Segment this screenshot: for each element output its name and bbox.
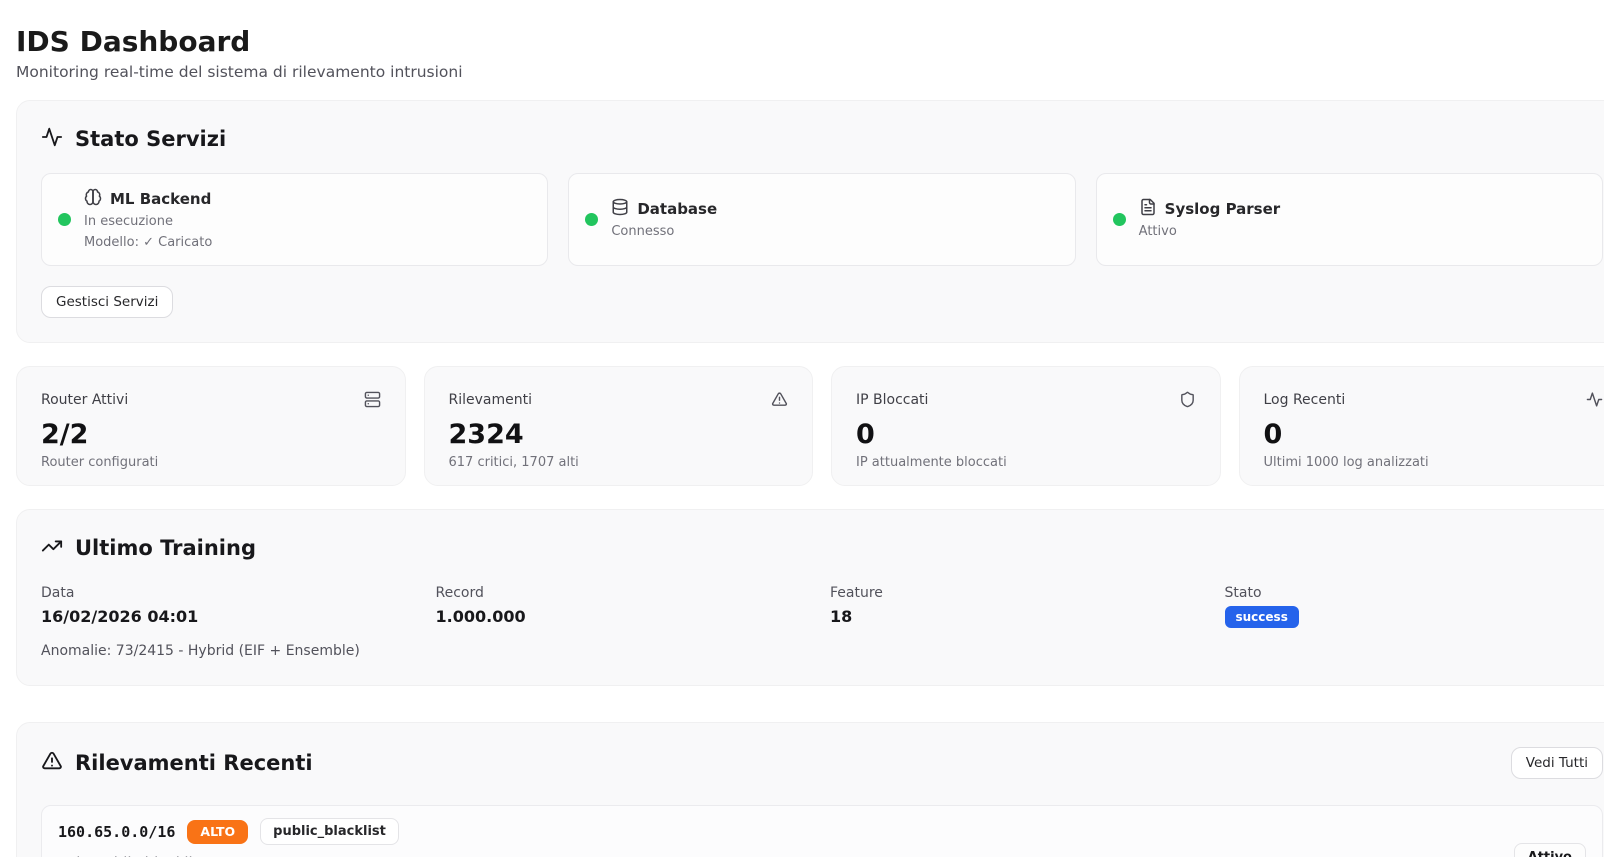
service-detail: Modello: ✓ Caricato (84, 234, 212, 252)
detection-ip: 160.65.0.0/16 (58, 823, 175, 841)
shield-icon (1179, 391, 1196, 412)
detections-section-title: Rilevamenti Recenti (75, 749, 313, 777)
stat-sub: Router configurati (41, 454, 381, 471)
detection-tag: public_blacklist (260, 818, 399, 845)
service-name: Syslog Parser (1165, 200, 1281, 218)
stat-card-ip-bloccati: IP Bloccati 0 IP attualmente bloccati (831, 366, 1221, 486)
server-icon (364, 391, 381, 412)
severity-badge: ALTO (187, 820, 248, 844)
services-grid: ML Backend In esecuzione Modello: ✓ Cari… (41, 173, 1603, 266)
page-header: IDS Dashboard Monitoring real-time del s… (0, 0, 1604, 84)
manage-services-button[interactable]: Gestisci Servizi (41, 286, 173, 318)
service-card-database: Database Connesso (568, 173, 1075, 266)
service-content: ML Backend In esecuzione Modello: ✓ Cari… (84, 188, 212, 251)
field-value: 18 (830, 606, 1209, 627)
detection-state-badge: Attivo (1514, 843, 1586, 857)
detection-list-item: 160.65.0.0/16 ALTO public_blacklist IP i… (41, 805, 1603, 857)
stat-sub: 617 critici, 1707 alti (449, 454, 789, 471)
training-field-data: Data 16/02/2026 04:01 (41, 584, 420, 628)
service-name: ML Backend (110, 190, 211, 208)
page-title: IDS Dashboard (16, 24, 1604, 60)
stat-label: Rilevamenti (449, 391, 533, 409)
stat-label: Router Attivi (41, 391, 128, 409)
database-icon (611, 198, 629, 220)
services-title-row: Stato Servizi (41, 125, 1603, 153)
field-label: Feature (830, 584, 1209, 602)
stat-sub: Ultimi 1000 log analizzati (1264, 454, 1604, 471)
stat-value: 2324 (449, 420, 789, 450)
stat-card-rilevamenti: Rilevamenti 2324 617 critici, 1707 alti (424, 366, 814, 486)
training-title-row: Ultimo Training (41, 534, 1603, 562)
field-value: 16/02/2026 04:01 (41, 606, 420, 627)
training-card: Ultimo Training Data 16/02/2026 04:01 Re… (16, 509, 1604, 686)
service-card-ml-backend: ML Backend In esecuzione Modello: ✓ Cari… (41, 173, 548, 266)
stat-sub: IP attualmente bloccati (856, 454, 1196, 471)
alert-triangle-icon (41, 750, 63, 776)
dashboard-page: IDS Dashboard Monitoring real-time del s… (0, 0, 1604, 857)
service-status: Attivo (1139, 223, 1281, 241)
field-label: Data (41, 584, 420, 602)
detection-info: 160.65.0.0/16 ALTO public_blacklist IP i… (58, 818, 399, 857)
view-all-button[interactable]: Vedi Tutti (1511, 747, 1603, 779)
stat-card-router-attivi: Router Attivi 2/2 Router configurati (16, 366, 406, 486)
status-dot (585, 213, 598, 226)
services-status-card: Stato Servizi ML Backend (16, 100, 1604, 343)
file-text-icon (1139, 198, 1157, 220)
stat-value: 0 (1264, 420, 1604, 450)
training-status-badge: success (1225, 606, 1299, 628)
training-footnote: Anomalie: 73/2415 - Hybrid (EIF + Ensemb… (41, 642, 1603, 661)
stat-label: Log Recenti (1264, 391, 1346, 409)
alert-triangle-icon (771, 391, 788, 412)
status-dot (58, 213, 71, 226)
page-subtitle: Monitoring real-time del sistema di rile… (16, 62, 1604, 84)
activity-icon (41, 126, 63, 152)
service-content: Database Connesso (611, 198, 717, 241)
services-section-title: Stato Servizi (75, 125, 226, 153)
stat-label: IP Bloccati (856, 391, 928, 409)
trending-up-icon (41, 535, 63, 561)
stat-card-log-recenti: Log Recenti 0 Ultimi 1000 log analizzati (1239, 366, 1604, 486)
detections-card: Rilevamenti Recenti Vedi Tutti 160.65.0.… (16, 722, 1604, 857)
stat-value: 0 (856, 420, 1196, 450)
status-dot (1113, 213, 1126, 226)
training-section-title: Ultimo Training (75, 534, 256, 562)
service-name: Database (637, 200, 717, 218)
activity-icon (1586, 391, 1603, 412)
brain-icon (84, 188, 102, 210)
service-status: Connesso (611, 223, 717, 241)
field-value: 1.000.000 (436, 606, 815, 627)
training-field-record: Record 1.000.000 (436, 584, 815, 628)
stat-value: 2/2 (41, 420, 381, 450)
field-label: Record (436, 584, 815, 602)
training-grid: Data 16/02/2026 04:01 Record 1.000.000 F… (41, 584, 1603, 628)
service-content: Syslog Parser Attivo (1139, 198, 1281, 241)
service-status: In esecuzione (84, 213, 212, 231)
detections-head: Rilevamenti Recenti Vedi Tutti (41, 747, 1603, 779)
service-card-syslog-parser: Syslog Parser Attivo (1096, 173, 1603, 266)
field-label: Stato (1225, 584, 1604, 602)
stats-grid: Router Attivi 2/2 Router configurati Ril… (16, 366, 1604, 486)
training-field-feature: Feature 18 (830, 584, 1209, 628)
training-field-stato: Stato success (1225, 584, 1604, 628)
